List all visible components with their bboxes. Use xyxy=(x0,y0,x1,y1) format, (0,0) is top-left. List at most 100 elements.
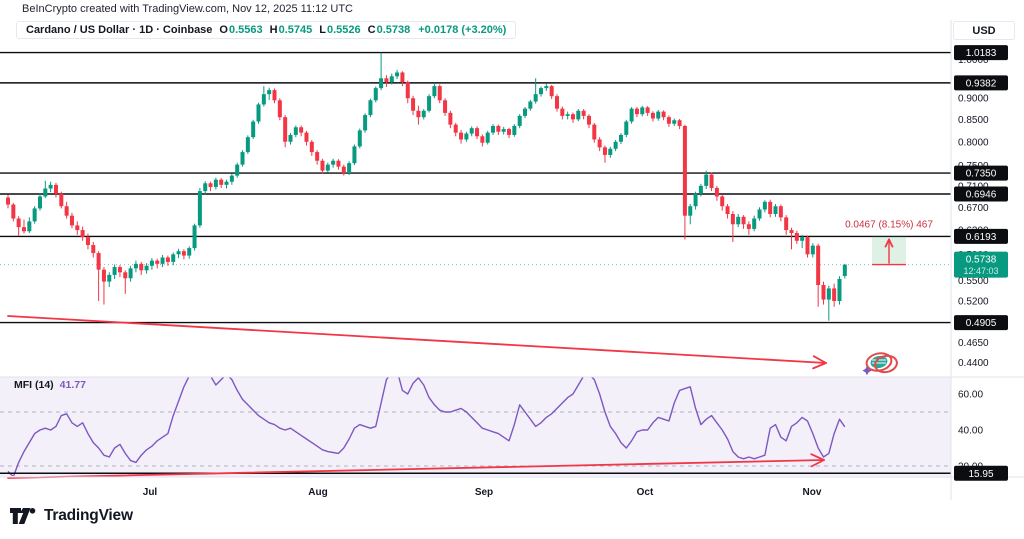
candle-body xyxy=(304,133,308,142)
candle-body xyxy=(592,125,596,140)
candle-body xyxy=(651,113,655,119)
candle-body xyxy=(768,202,772,214)
candle-body xyxy=(145,266,149,271)
candle-body xyxy=(550,86,554,96)
price-tick-label: 0.4400 xyxy=(958,358,989,369)
candle-body xyxy=(267,90,271,94)
candle-body xyxy=(656,112,660,119)
candle-body xyxy=(395,72,399,76)
candle-body xyxy=(512,126,516,135)
candle-body xyxy=(523,109,527,116)
price-level-badge-text: 0.7350 xyxy=(966,169,997,180)
candle-body xyxy=(683,126,687,216)
candle-body xyxy=(566,114,570,116)
candle-body xyxy=(150,261,154,266)
candle-body xyxy=(486,133,490,143)
chart-canvas[interactable]: 0.0467 (8.15%) 4671.00000.90000.85000.80… xyxy=(0,0,1024,539)
candle-body xyxy=(827,288,831,299)
mfi-name: MFI (14) xyxy=(14,379,54,391)
candle-body xyxy=(747,224,751,229)
mfi-indicator-label[interactable]: MFI (14)41.77 xyxy=(14,379,86,391)
currency-axis-label[interactable]: USD xyxy=(953,21,1015,40)
candle-body xyxy=(837,279,841,301)
price-level-badge-text: 0.9382 xyxy=(966,78,997,89)
candle-body xyxy=(134,264,138,269)
candle-body xyxy=(235,165,239,176)
tradingview-mark-icon xyxy=(10,507,37,525)
change-value: +0.0178 (+3.20%) xyxy=(418,24,506,36)
candle-body xyxy=(257,104,261,121)
price-level-badge-text: 0.4905 xyxy=(966,318,997,329)
candle-body xyxy=(123,272,127,278)
current-price-badge-value: 0.5738 xyxy=(966,255,997,266)
candle-body xyxy=(438,86,442,100)
candle-body xyxy=(539,88,543,94)
candle-body xyxy=(390,76,394,82)
candle-body xyxy=(795,233,799,241)
symbol-legend[interactable]: Cardano / US Dollar · 1D · Coinbase O0.5… xyxy=(16,21,516,39)
candle-body xyxy=(598,139,602,147)
tradingview-chart-screenshot: BeInCrypto created with TradingView.com,… xyxy=(0,0,1024,539)
ohlc-high: H0.5745 xyxy=(270,24,313,36)
time-axis-month-label: Aug xyxy=(308,487,327,498)
ohlc-low: L0.5526 xyxy=(319,24,360,36)
candle-body xyxy=(320,161,324,171)
candle-body xyxy=(806,237,810,254)
candle-body xyxy=(587,116,591,125)
candle-body xyxy=(496,126,500,132)
candle-body xyxy=(624,122,628,135)
candle-body xyxy=(672,120,676,124)
candle-body xyxy=(763,202,767,210)
bar-countdown: 12:47:03 xyxy=(963,266,998,276)
candle-body xyxy=(560,109,564,116)
candle-body xyxy=(326,165,330,171)
candle-body xyxy=(86,237,90,245)
candle-body xyxy=(187,248,191,255)
candle-body xyxy=(294,127,298,135)
candle-body xyxy=(177,251,181,254)
candle-body xyxy=(352,146,356,163)
candle-body xyxy=(171,254,175,262)
price-tick-label: 0.4650 xyxy=(958,338,989,349)
tradingview-logo[interactable]: TradingView xyxy=(10,507,133,525)
price-tick-label: 0.8500 xyxy=(958,115,989,126)
candle-body xyxy=(518,116,522,126)
price-tick-label: 0.5200 xyxy=(958,296,989,307)
candle-body xyxy=(811,246,815,255)
candle-body xyxy=(278,100,282,117)
candle-body xyxy=(821,285,825,300)
candle-body xyxy=(576,111,580,120)
candle-body xyxy=(843,265,847,276)
candle-body xyxy=(155,261,159,264)
candle-body xyxy=(241,152,245,165)
candle-body xyxy=(646,107,650,113)
candle-body xyxy=(662,112,666,118)
candle-body xyxy=(225,182,229,185)
candle-body xyxy=(736,217,740,224)
arrowhead-line[interactable] xyxy=(813,363,826,368)
candle-body xyxy=(11,205,15,219)
price-level-badge-text: 0.6193 xyxy=(966,232,997,243)
candle-body xyxy=(534,94,538,101)
candle-body xyxy=(528,102,532,109)
time-axis-month-label: Oct xyxy=(637,487,654,498)
candle-body xyxy=(91,245,95,253)
candle-body xyxy=(816,246,820,285)
candle-body xyxy=(288,135,292,142)
candle-body xyxy=(443,100,447,113)
candle-body xyxy=(411,98,415,111)
candle-body xyxy=(384,78,388,82)
mfi-level-badge-text: 15.95 xyxy=(968,469,993,480)
candle-body xyxy=(571,114,575,119)
candle-body xyxy=(97,253,101,270)
candle-body xyxy=(107,275,111,282)
candle-body xyxy=(38,196,42,208)
candle-body xyxy=(347,163,351,173)
candle-body xyxy=(422,111,426,117)
candle-body xyxy=(480,136,484,142)
candle-body xyxy=(299,127,303,132)
candle-body xyxy=(678,120,682,126)
candle-body xyxy=(246,137,250,152)
candle-body xyxy=(129,268,133,278)
candle-body xyxy=(139,264,143,270)
